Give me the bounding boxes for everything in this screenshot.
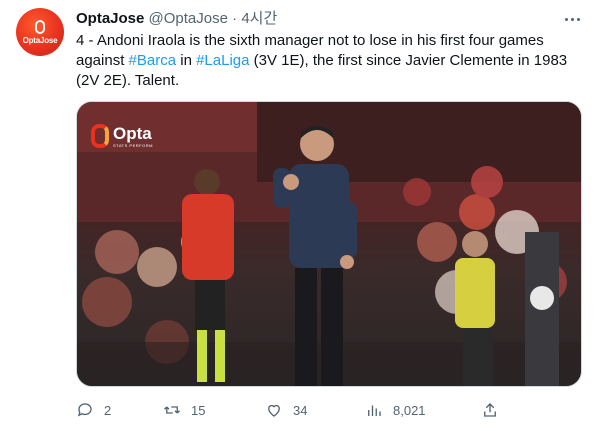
opta-mark-icon: [35, 19, 45, 34]
like-button[interactable]: 34: [265, 398, 307, 422]
avatar-text: OptaJose: [22, 35, 58, 45]
share-icon: [484, 403, 496, 417]
tweet-text-mid: in: [176, 52, 197, 69]
opta-logo-word: Opta: [113, 123, 152, 143]
opta-logo-icon: [91, 124, 109, 148]
reply-icon: [77, 403, 92, 417]
retweet-icon: [164, 406, 180, 414]
opta-watermark: Opta STATS PERFORM: [91, 124, 153, 148]
tweet-time[interactable]: 4시간: [241, 10, 277, 27]
tweet-actions: 2 15 34 8,021: [76, 398, 496, 422]
more-icon[interactable]: [562, 10, 582, 28]
author-handle[interactable]: @OptaJose: [149, 10, 228, 27]
reply-count: 2: [104, 402, 112, 418]
tweet-media-photo[interactable]: Opta STATS PERFORM: [76, 101, 582, 387]
tweet-text: 4 - Andoni Iraola is the sixth manager n…: [76, 31, 582, 91]
views-icon: [368, 405, 381, 416]
author-name[interactable]: OptaJose: [76, 10, 144, 27]
like-count: 34: [293, 402, 308, 418]
separator: ·: [232, 10, 238, 27]
retweet-count: 15: [191, 402, 206, 418]
hashtag-barca[interactable]: #Barca: [129, 52, 177, 69]
avatar[interactable]: OptaJose: [16, 8, 64, 56]
retweet-button[interactable]: 15: [163, 398, 205, 422]
tweet-header: OptaJose @OptaJose · 4시간: [76, 9, 277, 29]
like-icon: [268, 404, 280, 417]
views-button[interactable]: 8,021: [365, 398, 426, 422]
views-count: 8,021: [393, 402, 426, 418]
hashtag-laliga[interactable]: #LaLiga: [196, 52, 249, 69]
opta-logo-sub: STATS PERFORM: [113, 142, 153, 148]
reply-button[interactable]: 2: [76, 398, 111, 422]
share-button[interactable]: [481, 398, 499, 422]
